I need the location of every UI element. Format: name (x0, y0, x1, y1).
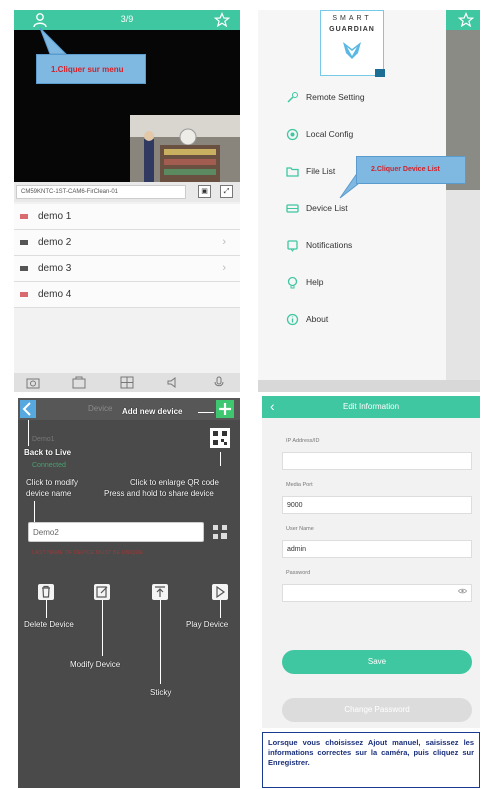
callout-menu: 1.Cliquer sur menu (36, 54, 146, 84)
qr-code-icon[interactable] (210, 428, 230, 448)
menu-item-about[interactable]: About (286, 310, 436, 330)
field-label: User Name (286, 526, 314, 532)
annotation-line (198, 412, 214, 413)
dvr-icon (20, 240, 28, 245)
camera-icon (20, 214, 28, 219)
media-port-input[interactable]: 9000 (282, 496, 472, 514)
star-icon[interactable] (214, 12, 230, 28)
menu-item-help[interactable]: Help (286, 273, 436, 293)
menu-item-device-list[interactable]: Device List (286, 199, 436, 219)
bottom-toolbar (14, 373, 240, 392)
annotation-modify-name-1: Click to modify (26, 478, 79, 487)
camera-feed-image[interactable] (130, 115, 240, 190)
ip-address-input[interactable] (282, 452, 472, 470)
modify-button[interactable] (94, 584, 110, 600)
edit-form: IP Address/ID Media Port 9000 User Name … (262, 418, 480, 728)
list-item[interactable]: demo 2 › (14, 230, 240, 256)
side-menu: SMART GUARDIAN Remote Setting Local Conf… (258, 10, 446, 392)
bell-icon (287, 240, 298, 252)
play-button[interactable] (212, 584, 228, 600)
annotation-line (46, 600, 47, 618)
callout-pointer (39, 27, 68, 55)
sticky-button[interactable] (152, 584, 168, 600)
gear-icon (286, 128, 299, 141)
device-name-input[interactable]: Demo2 (28, 522, 204, 542)
speaker-icon[interactable] (166, 376, 180, 389)
change-password-button[interactable]: Change Password (282, 698, 472, 722)
device-status: Connected (32, 462, 66, 469)
list-item[interactable]: demo 4 (14, 282, 240, 308)
device-icon (286, 204, 299, 213)
instruction-note: Lorsque vous choisissez Ajout manuel, sa… (262, 732, 480, 788)
info-icon (286, 313, 299, 326)
logo-badge (375, 69, 385, 77)
camera-icon (20, 292, 28, 297)
path-text: CM59KNTC-1ST-CAM6-FirClean-01 (16, 185, 186, 199)
delete-button[interactable] (38, 584, 54, 600)
annotation-back-to-live: Back to Live (24, 448, 72, 457)
field-label: IP Address/ID (286, 438, 320, 444)
annotation-line (160, 600, 161, 684)
menu-item-remote-setting[interactable]: Remote Setting (286, 88, 436, 108)
smart-guardian-logo: SMART GUARDIAN (320, 10, 385, 77)
layout-icon[interactable]: ▣ (198, 185, 211, 198)
fox-shield-icon (343, 42, 361, 59)
menu-screen: SMART GUARDIAN Remote Setting Local Conf… (258, 10, 480, 392)
list-item[interactable]: demo 1 (14, 204, 240, 230)
grid-icon[interactable] (120, 376, 134, 389)
page-indicator: 3/9 (120, 14, 134, 24)
annotation-line (220, 600, 221, 618)
annotation-enlarge-qr-2: Press and hold to share device (104, 489, 214, 498)
help-icon (287, 276, 298, 289)
settings-icon (287, 92, 298, 103)
eye-icon[interactable] (458, 588, 467, 594)
password-input[interactable] (282, 584, 472, 602)
annotation-sticky: Sticky (150, 688, 172, 697)
qr-code-icon[interactable] (212, 524, 228, 540)
annotation-line (220, 452, 221, 466)
annotation-line (28, 420, 29, 446)
field-label: Media Port (286, 482, 313, 488)
annotation-play-device: Play Device (186, 620, 229, 629)
path-bar: CM59KNTC-1ST-CAM6-FirClean-01 ▣ ⤢ (14, 182, 240, 202)
list-item[interactable]: demo 3 › (14, 256, 240, 282)
record-icon[interactable] (72, 376, 86, 389)
device-settings-screen: Device Add new device Demo1 Connected Ba… (18, 398, 240, 788)
chevron-right-icon: › (222, 262, 226, 274)
chevron-right-icon: › (222, 236, 226, 248)
top-bar: ‹ Edit Information (262, 396, 480, 418)
save-button[interactable]: Save (282, 650, 472, 674)
callout-device-list: 2.Cliquer Device List (356, 156, 466, 184)
annotation-line (34, 501, 35, 522)
screen-title: Edit Information (342, 402, 400, 411)
microphone-icon[interactable] (212, 376, 226, 389)
back-button[interactable] (20, 400, 36, 418)
field-label: Password (286, 570, 311, 576)
folder-icon (286, 167, 299, 177)
name-warning-text: LAST NAME OF DEVICE MUST BE UNIQUE (32, 550, 144, 556)
annotation-delete-device: Delete Device (24, 620, 74, 629)
edit-information-screen: ‹ Edit Information IP Address/ID Media P… (262, 396, 480, 788)
annotation-modify-name-2: device name (26, 489, 72, 498)
menu-item-local-config[interactable]: Local Config (286, 125, 436, 145)
dvr-icon (20, 266, 28, 271)
annotation-enlarge-qr-1: Click to enlarge QR code (130, 478, 219, 487)
annotation-modify-device: Modify Device (70, 660, 121, 669)
fullscreen-icon[interactable]: ⤢ (220, 185, 233, 198)
add-device-button[interactable] (216, 400, 234, 418)
annotation-add-new-device: Add new device (122, 407, 183, 416)
user-name-input[interactable]: admin (282, 540, 472, 558)
screen-title: Device (88, 404, 113, 413)
snapshot-icon[interactable] (26, 376, 40, 389)
annotation-line (102, 600, 103, 656)
menu-item-notifications[interactable]: Notifications (286, 236, 436, 256)
star-icon[interactable] (458, 12, 474, 28)
bottom-toolbar (258, 380, 480, 392)
device-name-line: Demo1 (32, 436, 55, 443)
live-view-screen: 3/9 1.Cliquer sur menu CM59KNTC-1ST-CAM6… (14, 10, 240, 392)
